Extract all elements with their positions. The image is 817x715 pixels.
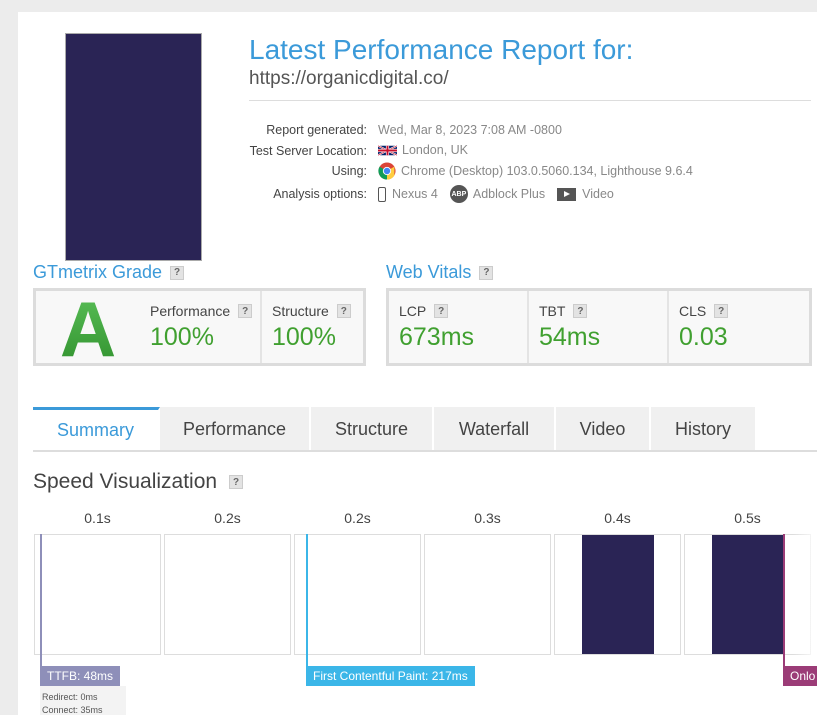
help-icon[interactable]: ?	[229, 475, 244, 489]
option-video: Video	[557, 187, 614, 201]
vital-tbt-value: 54ms	[539, 323, 601, 351]
help-icon[interactable]: ?	[479, 265, 494, 280]
vital-lcp-value: 673ms	[399, 323, 475, 351]
performance-score-cell: Performance? 100%	[140, 291, 262, 363]
test-server-location-label: Test Server Location:	[249, 144, 367, 158]
report-page: Latest Performance Report for: https://o…	[18, 12, 817, 715]
vital-lcp-label-text: LCP	[399, 303, 427, 319]
tab-structure[interactable]: Structure	[311, 407, 434, 451]
help-icon[interactable]: ?	[170, 265, 185, 280]
vital-tbt-label-text: TBT	[539, 303, 566, 319]
using-label: Using:	[331, 164, 367, 178]
fcp-marker[interactable]: First Contentful Paint: 217ms	[306, 666, 475, 686]
ttfb-marker-line	[40, 534, 42, 666]
report-generated-value: Wed, Mar 8, 2023 7:08 AM -0800	[378, 123, 562, 137]
option-video-label: Video	[582, 187, 614, 201]
option-nexus-4-label: Nexus 4	[392, 187, 438, 201]
help-icon[interactable]: ?	[714, 304, 729, 318]
divider	[249, 100, 811, 101]
report-generated-text: Wed, Mar 8, 2023 7:08 AM -0800	[378, 123, 562, 137]
structure-score-label: Structure?	[272, 303, 351, 319]
tab-history[interactable]: History	[651, 407, 757, 451]
performance-label-text: Performance	[150, 303, 231, 319]
tab-waterfall[interactable]: Waterfall	[434, 407, 556, 451]
web-vitals-panel: LCP? 673ms TBT? 54ms CLS? 0.03	[386, 288, 812, 366]
analysis-options-label: Analysis options:	[273, 187, 367, 201]
vital-tbt-cell: TBT? 54ms	[529, 291, 669, 363]
speed-visualization-title: Speed Visualization	[33, 470, 218, 493]
vital-cls-label-text: CLS	[679, 303, 707, 319]
video-icon	[557, 187, 577, 201]
filmstrip-frame[interactable]	[684, 534, 811, 655]
page-render-preview	[712, 535, 784, 654]
report-url[interactable]: https://organicdigital.co/	[249, 68, 449, 90]
report-title: Latest Performance Report for:	[249, 34, 634, 65]
option-adblock-plus: ABP Adblock Plus	[449, 185, 546, 203]
onload-marker[interactable]: Onlo	[783, 666, 817, 686]
ttfb-connect-detail: Connect: 35ms	[42, 705, 103, 715]
grade-letter-graphic: A	[60, 292, 116, 362]
uk-flag-icon	[378, 144, 397, 156]
report-tabs: Summary Performance Structure Waterfall …	[33, 407, 757, 451]
page-render-preview	[582, 535, 654, 654]
filmstrip-frame[interactable]	[554, 534, 681, 655]
using-text: Chrome (Desktop) 103.0.5060.134, Lightho…	[401, 164, 693, 178]
performance-score-label: Performance?	[150, 303, 253, 319]
vital-lcp-cell: LCP? 673ms	[389, 291, 529, 363]
frame-time-label: 0.2s	[344, 510, 371, 526]
frame-time-label: 0.5s	[734, 510, 761, 526]
frame-time-label: 0.1s	[84, 510, 111, 526]
speed-visualization-heading: Speed Visualization ?	[33, 470, 244, 494]
ttfb-marker[interactable]: TTFB: 48ms	[40, 666, 121, 686]
help-icon[interactable]: ?	[238, 304, 253, 318]
filmstrip-frame[interactable]	[34, 534, 161, 655]
structure-score-cell: Structure? 100%	[262, 291, 363, 363]
gtmetrix-grade-heading: GTmetrix Grade ?	[33, 262, 185, 283]
tab-summary[interactable]: Summary	[33, 407, 160, 451]
structure-label-text: Structure	[272, 303, 329, 319]
structure-score-value: 100%	[272, 323, 336, 351]
gtmetrix-grade-panel: A Performance? 100% Structure? 100%	[33, 288, 366, 366]
test-server-location-value: London, UK	[378, 143, 468, 157]
gtmetrix-grade-title: GTmetrix Grade	[33, 262, 163, 282]
ttfb-redirect-detail: Redirect: 0ms	[42, 692, 98, 702]
option-nexus-4: Nexus 4	[378, 186, 438, 202]
tab-video[interactable]: Video	[556, 407, 651, 451]
filmstrip-frame[interactable]	[424, 534, 551, 655]
web-vitals-heading: Web Vitals ?	[386, 262, 494, 283]
vital-cls-value: 0.03	[679, 323, 728, 351]
vital-lcp-label: LCP?	[399, 303, 449, 319]
filmstrip-frame[interactable]	[294, 534, 421, 655]
chrome-icon	[378, 162, 396, 180]
frame-time-label: 0.3s	[474, 510, 501, 526]
vital-cls-cell: CLS? 0.03	[669, 291, 809, 363]
frame-time-label: 0.2s	[214, 510, 241, 526]
tab-divider	[33, 450, 817, 452]
analysis-options-value: Nexus 4 ABP Adblock Plus Video	[378, 185, 626, 203]
onload-marker-line	[783, 534, 785, 666]
using-value: Chrome (Desktop) 103.0.5060.134, Lightho…	[378, 162, 693, 180]
grade-letter-text: A	[60, 292, 116, 362]
filmstrip-frame[interactable]	[164, 534, 291, 655]
adblock-plus-icon: ABP	[449, 185, 468, 203]
frame-time-label: 0.4s	[604, 510, 631, 526]
help-icon[interactable]: ?	[336, 304, 351, 318]
vital-cls-label: CLS?	[679, 303, 729, 319]
tab-performance[interactable]: Performance	[160, 407, 311, 451]
help-icon[interactable]: ?	[434, 304, 449, 318]
option-adblock-plus-label: Adblock Plus	[472, 187, 546, 201]
web-vitals-title: Web Vitals	[386, 262, 472, 282]
vital-tbt-label: TBT?	[539, 303, 588, 319]
fcp-marker-line	[306, 534, 308, 666]
phone-icon	[378, 186, 386, 202]
performance-score-value: 100%	[150, 323, 214, 351]
site-screenshot-thumbnail[interactable]	[65, 33, 202, 261]
report-generated-label: Report generated:	[266, 123, 367, 137]
filmstrip-fade	[793, 510, 817, 680]
grade-letter: A	[36, 291, 142, 363]
location-text: London, UK	[402, 143, 469, 157]
help-icon[interactable]: ?	[573, 304, 588, 318]
